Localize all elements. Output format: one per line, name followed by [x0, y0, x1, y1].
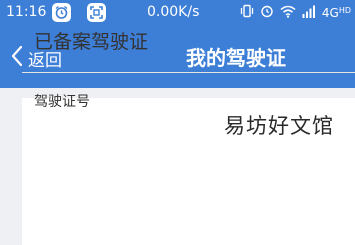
chevron-left-icon [10, 45, 24, 71]
system-icons: 4GHD [240, 4, 351, 22]
status-time: 11:16 [6, 4, 47, 20]
vibrate-icon [240, 4, 254, 22]
net-speed: 0.00K/s [147, 4, 200, 20]
section-title: 已备案驾驶证 [34, 31, 149, 53]
license-number-label: 驾驶证号 [34, 94, 90, 110]
network-type: 4GHD [322, 6, 351, 21]
wifi-icon [280, 5, 296, 22]
page-title: 我的驾驶证 [186, 46, 286, 70]
status-bar: 11:16 0.00K/s 4GHD [0, 0, 355, 26]
divider [22, 72, 355, 73]
alarm-clock-icon [260, 4, 274, 22]
alarm-app-icon [52, 3, 71, 22]
signal-icon [302, 5, 316, 22]
watermark: 易坊好文馆 [203, 108, 355, 142]
network-sub: HD [338, 5, 351, 15]
network-label: 4G [321, 5, 339, 20]
scan-app-icon [87, 3, 106, 22]
